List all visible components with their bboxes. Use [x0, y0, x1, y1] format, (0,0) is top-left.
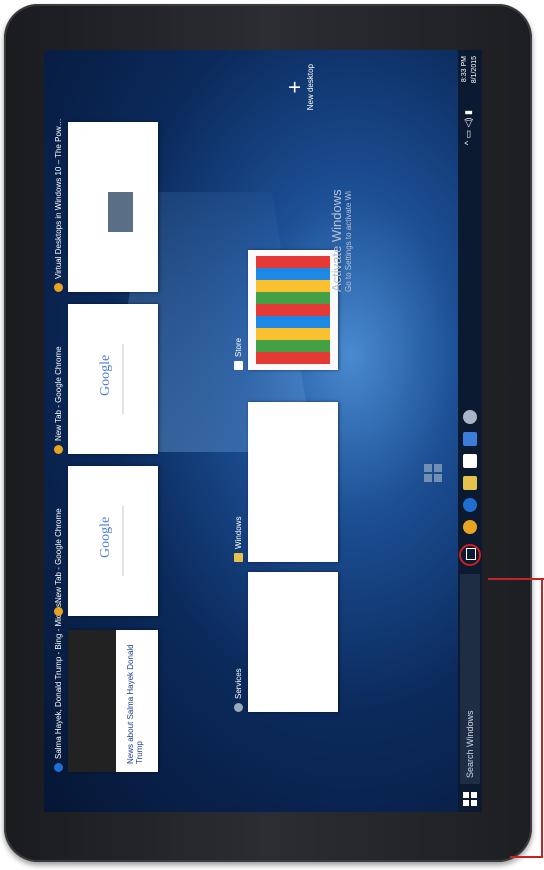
chrome-icon [54, 607, 63, 616]
screen: Salma Hayek, Donald Trump - Bing - Micro… [44, 50, 482, 812]
edge-taskbar-icon[interactable] [463, 498, 477, 512]
window-caption-chrome-2: New Tab - Google Chrome [54, 346, 63, 454]
google-logo: Google [98, 516, 113, 558]
activate-subtitle: Go to Settings to activate Wi [344, 191, 353, 292]
task-view-desktop: Salma Hayek, Donald Trump - Bing - Micro… [44, 50, 482, 812]
folder-taskbar-icon[interactable] [463, 476, 477, 490]
store-taskbar-icon[interactable] [463, 454, 477, 468]
video-strip [68, 630, 116, 772]
taskbar-clock[interactable]: 8:33 PM 8/1/2015 [460, 56, 480, 83]
window-caption-store: Store [234, 338, 243, 370]
taskbar: Search Windows ^ ▭ ◁) ▮ 8:33 PM 8/1/2015 [458, 50, 482, 812]
window-caption-explorer: Windows [234, 517, 243, 562]
settings-taskbar-icon[interactable] [463, 410, 477, 424]
new-desktop-label: New desktop [306, 64, 315, 111]
new-desktop-button[interactable]: + New desktop [282, 64, 315, 111]
window-caption-edge: Salma Hayek, Donald Trump - Bing - Micro… [54, 595, 63, 772]
app-taskbar-icon[interactable] [463, 432, 477, 446]
store-tiles [256, 256, 330, 364]
edge-icon [54, 763, 63, 772]
window-caption-chrome-3: Virtual Desktops in Windows 10 – The Pow… [54, 118, 63, 292]
activate-windows-watermark: Activate Windows Go to Settings to activ… [329, 189, 353, 292]
store-icon [234, 361, 243, 370]
callout-line-bottom [510, 856, 543, 858]
window-caption-chrome-1: New Tab - Google Chrome [54, 508, 63, 616]
article-image [108, 192, 133, 232]
chrome-icon [54, 283, 63, 292]
window-thumb-explorer[interactable] [248, 402, 338, 562]
system-tray-icons[interactable]: ^ ▭ ◁) ▮ [463, 110, 474, 145]
google-logo: Google [98, 354, 113, 396]
plus-icon: + [282, 80, 307, 94]
window-thumb-chrome-2[interactable]: Google [68, 304, 158, 454]
start-button[interactable] [463, 792, 477, 806]
folder-icon [234, 553, 243, 562]
clock-date: 8/1/2015 [471, 56, 478, 84]
windows-logo-icon [424, 464, 442, 482]
search-box [122, 506, 124, 576]
window-thumb-services[interactable] [248, 572, 338, 712]
task-view-button[interactable] [459, 544, 481, 566]
search-box [122, 344, 124, 414]
activate-title: Activate Windows [329, 189, 344, 292]
gear-icon [234, 703, 243, 712]
news-headline: News about Salma Hayek Donald Trump [126, 644, 144, 764]
clock-time: 8:33 PM [461, 56, 468, 83]
chrome-icon [54, 445, 63, 454]
search-input[interactable]: Search Windows [460, 574, 480, 784]
window-caption-services: Services [234, 668, 243, 712]
task-view-icon [466, 548, 476, 560]
chrome-taskbar-icon[interactable] [463, 520, 477, 534]
window-thumb-store[interactable] [248, 250, 338, 370]
callout-line [488, 578, 544, 580]
window-thumb-edge[interactable]: News about Salma Hayek Donald Trump [68, 630, 158, 772]
window-thumb-article[interactable] [68, 122, 158, 292]
window-thumb-chrome-1[interactable]: Google [68, 466, 158, 616]
callout-line-vertical [541, 578, 543, 858]
